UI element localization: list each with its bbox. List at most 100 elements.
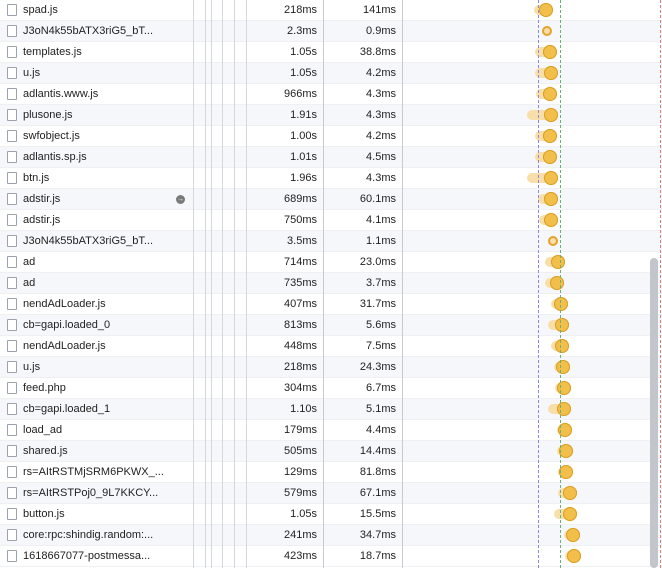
timeline-bar — [542, 26, 553, 36]
request-latency: 141ms — [362, 4, 396, 16]
request-duration: 579ms — [283, 487, 317, 499]
request-latency: 67.1ms — [359, 487, 396, 499]
request-row[interactable]: adlantis.www.js 966ms 4.3ms — [0, 84, 662, 105]
column-divider — [193, 0, 194, 568]
request-name-cell: ad — [0, 273, 192, 294]
request-row[interactable]: J3oN4k55bATX3riG5_bT... 3.5ms 1.1ms — [0, 231, 662, 252]
request-name-cell: ad — [0, 252, 192, 273]
request-row[interactable]: cb=gapi.loaded_1 1.10s 5.1ms — [0, 399, 662, 420]
request-row[interactable]: templates.js 1.05s 38.8ms — [0, 42, 662, 63]
vertical-scrollbar[interactable] — [650, 258, 658, 568]
request-name: button.js — [23, 508, 65, 520]
js-file-icon — [7, 193, 17, 205]
request-latency: 14.4ms — [359, 445, 396, 457]
request-duration: 1.05s — [290, 46, 317, 58]
request-duration: 241ms — [283, 529, 317, 541]
request-row[interactable]: ad 714ms 23.0ms — [0, 252, 662, 273]
php-file-icon — [7, 382, 17, 394]
request-duration: 813ms — [283, 319, 317, 331]
go-to-resource-icon[interactable]: → — [176, 195, 185, 204]
request-name: plusone.js — [23, 109, 73, 121]
request-duration: 218ms — [283, 361, 317, 373]
request-name-cell: J3oN4k55bATX3riG5_bT... — [0, 21, 192, 42]
js-file-icon — [7, 445, 17, 457]
request-name-cell: u.js — [0, 357, 192, 378]
js-file-icon — [7, 130, 17, 142]
request-latency: 4.3ms — [366, 88, 396, 100]
request-duration: 689ms — [283, 193, 317, 205]
timeline-bar-download — [562, 507, 577, 521]
request-name: nendAdLoader.js — [23, 298, 106, 310]
request-name: feed.php — [23, 382, 66, 394]
request-duration: 966ms — [283, 88, 317, 100]
request-name: nendAdLoader.js — [23, 340, 106, 352]
js-file-icon — [7, 319, 17, 331]
js-file-icon — [7, 298, 17, 310]
request-name: swfobject.js — [23, 130, 80, 142]
request-row[interactable]: rs=AItRSTPoj0_9L7KKCY... 579ms 67.1ms — [0, 483, 662, 504]
request-duration: 735ms — [283, 277, 317, 289]
request-name: ad — [23, 256, 36, 268]
request-row[interactable]: swfobject.js 1.00s 4.2ms — [0, 126, 662, 147]
request-latency: 81.8ms — [359, 466, 396, 478]
request-row[interactable]: shared.js 505ms 14.4ms — [0, 441, 662, 462]
request-latency: 5.6ms — [366, 319, 396, 331]
js-file-icon — [7, 424, 17, 436]
request-latency: 4.4ms — [366, 424, 396, 436]
request-name-cell: J3oN4k55bATX3riG5_bT... — [0, 231, 192, 252]
timeline-bar-download — [554, 297, 569, 311]
request-row[interactable]: cb=gapi.loaded_0 813ms 5.6ms — [0, 315, 662, 336]
request-row[interactable]: rs=AItRSTMjSRM6PKWX_... 129ms 81.8ms — [0, 462, 662, 483]
request-name-cell: feed.php — [0, 378, 192, 399]
dom-content-loaded-marker — [537, 0, 539, 568]
request-name: shared.js — [23, 445, 68, 457]
request-name-cell: core:rpc:shindig.random:... — [0, 525, 192, 546]
request-latency: 38.8ms — [359, 46, 396, 58]
request-duration: 1.05s — [290, 67, 317, 79]
timeline-bar-download — [538, 3, 553, 17]
js-file-icon — [7, 256, 17, 268]
timeline-bar-download — [543, 87, 558, 101]
request-name: rs=AItRSTPoj0_9L7KKCY... — [23, 487, 159, 499]
timeline-bar-download — [543, 150, 558, 164]
js-file-icon — [7, 235, 17, 247]
js-file-icon — [7, 214, 17, 226]
request-row[interactable]: plusone.js 1.91s 4.3ms — [0, 105, 662, 126]
request-row[interactable]: nendAdLoader.js 407ms 31.7ms — [0, 294, 662, 315]
request-row[interactable]: core:rpc:shindig.random:... 241ms 34.7ms — [0, 525, 662, 546]
timeline-bar-download — [555, 360, 570, 374]
request-name-cell: button.js — [0, 504, 192, 525]
request-row[interactable]: ad 735ms 3.7ms — [0, 273, 662, 294]
request-name: templates.js — [23, 46, 82, 58]
request-duration: 448ms — [283, 340, 317, 352]
timeline-bar-download — [554, 339, 569, 353]
request-row[interactable]: u.js 1.05s 4.2ms — [0, 63, 662, 84]
request-row[interactable]: adlantis.sp.js 1.01s 4.5ms — [0, 147, 662, 168]
js-file-icon — [7, 88, 17, 100]
request-row[interactable]: spad.js 218ms 141ms — [0, 0, 662, 21]
request-name: adstir.js — [23, 193, 61, 205]
request-name-cell: load_ad — [0, 420, 192, 441]
request-row[interactable]: load_ad 179ms 4.4ms — [0, 420, 662, 441]
request-row[interactable]: btn.js 1.96s 4.3ms — [0, 168, 662, 189]
js-file-icon — [7, 403, 17, 415]
request-row[interactable]: adstir.js 750ms 4.1ms — [0, 210, 662, 231]
js-file-icon — [7, 466, 17, 478]
request-row[interactable]: J3oN4k55bATX3riG5_bT... 2.3ms 0.9ms — [0, 21, 662, 42]
request-row[interactable]: button.js 1.05s 15.5ms — [0, 504, 662, 525]
timeline-bar-download — [562, 486, 577, 500]
request-latency: 4.3ms — [366, 172, 396, 184]
request-row[interactable]: adstir.js → 689ms 60.1ms — [0, 189, 662, 210]
request-name-cell: nendAdLoader.js — [0, 294, 192, 315]
js-file-icon — [7, 529, 17, 541]
js-file-icon — [7, 361, 17, 373]
request-row[interactable]: nendAdLoader.js 448ms 7.5ms — [0, 336, 662, 357]
request-name: spad.js — [23, 4, 58, 16]
request-name: adstir.js — [23, 214, 61, 226]
request-duration: 505ms — [283, 445, 317, 457]
request-row[interactable]: feed.php 304ms 6.7ms — [0, 378, 662, 399]
request-row[interactable]: u.js 218ms 24.3ms — [0, 357, 662, 378]
request-name: 1618667077-postmessa... — [23, 550, 151, 562]
request-duration: 1.91s — [290, 109, 317, 121]
request-row[interactable]: 1618667077-postmessa... 423ms 18.7ms — [0, 546, 662, 567]
